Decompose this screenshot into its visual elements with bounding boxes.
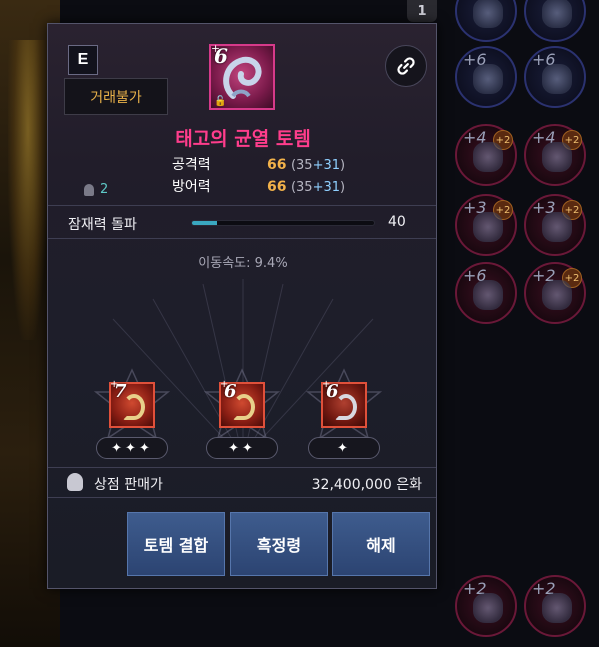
bg-equip-slot[interactable]: +2 [524, 575, 586, 637]
potential-label: 잠재력 돌파 [68, 217, 137, 233]
sell-price-row: 상점 판매가 32,400,000 은화 [48, 467, 436, 497]
bg-equip-slot[interactable]: +6 [524, 46, 586, 108]
sell-price: 32,400,000 은화 [311, 477, 422, 493]
earring-icon [542, 212, 572, 242]
person-icon [84, 183, 94, 196]
gem-stars-3: ✦ [308, 437, 380, 459]
equip-icon [542, 64, 572, 94]
equip-icon [473, 0, 503, 28]
black-spirit-button[interactable]: 흑정령 [230, 512, 328, 576]
divider [48, 205, 436, 206]
gem-stars-2: ✦✦ [206, 437, 278, 459]
potential-progress-fill [192, 221, 218, 225]
corner-badge: 1 [407, 0, 437, 22]
gem-icon [123, 394, 145, 420]
bg-equip-slot[interactable]: +3 +2 [455, 194, 517, 256]
totem-item-icon: + 6 🔓 [209, 42, 275, 110]
stat-attack: 공격력 66 (35+31) [172, 157, 346, 173]
ring-icon [473, 142, 503, 172]
grade-badge: E [68, 45, 98, 75]
divider [48, 238, 436, 239]
sell-label: 상점 판매가 [94, 477, 163, 493]
bg-equip-slot[interactable]: +6 [524, 0, 586, 42]
gem-slot-2[interactable]: +6 [219, 379, 265, 428]
bg-equip-slot[interactable]: +2 +2 [524, 262, 586, 324]
equip-icon [542, 0, 572, 28]
divider [48, 497, 436, 498]
bg-equip-slot[interactable]: +6 [455, 0, 517, 42]
bg-equip-slot[interactable]: +6 [455, 262, 517, 324]
totem-icon [473, 280, 503, 310]
bg-equip-slot[interactable]: +4 +2 [455, 124, 517, 186]
bg-equip-slot[interactable]: +2 [455, 575, 517, 637]
money-bag-icon [67, 473, 83, 491]
gem-slot-1[interactable]: +7 [109, 379, 155, 428]
ring-icon [542, 142, 572, 172]
earring-icon [473, 212, 503, 242]
owner-count: 2 [84, 182, 108, 197]
untradable-badge: 거래불가 [64, 78, 168, 115]
link-icon [397, 57, 415, 75]
bg-equip-slot[interactable]: +3 +2 [524, 194, 586, 256]
combine-totem-button[interactable]: 토템 결합 [127, 512, 225, 576]
equip-icon [473, 593, 503, 623]
potential-progress-bar [191, 220, 375, 226]
lock-icon: 🔓 [214, 96, 227, 107]
equip-icon [473, 64, 503, 94]
item-name: 태고의 균열 토템 [175, 128, 311, 150]
link-button[interactable] [385, 45, 427, 87]
bg-equip-slot[interactable]: +4 +2 [524, 124, 586, 186]
gem-icon [335, 394, 357, 420]
belt-icon [542, 280, 572, 310]
gem-stars-1: ✦✦✦ [96, 437, 168, 459]
release-button[interactable]: 해제 [332, 512, 430, 576]
potential-value: 40 [388, 214, 406, 230]
equip-icon [542, 593, 572, 623]
stat-defense: 방어력 66 (35+31) [172, 179, 346, 195]
item-effect: 이동속도: 9.4% [198, 256, 288, 271]
gem-icon [233, 394, 255, 420]
gem-slot-3[interactable]: +6 [321, 379, 367, 428]
item-tooltip: E 거래불가 + 6 🔓 태고의 균열 토템 공격력 66 (35+31) 방어력… [47, 23, 437, 589]
bg-equip-slot[interactable]: +6 [455, 46, 517, 108]
